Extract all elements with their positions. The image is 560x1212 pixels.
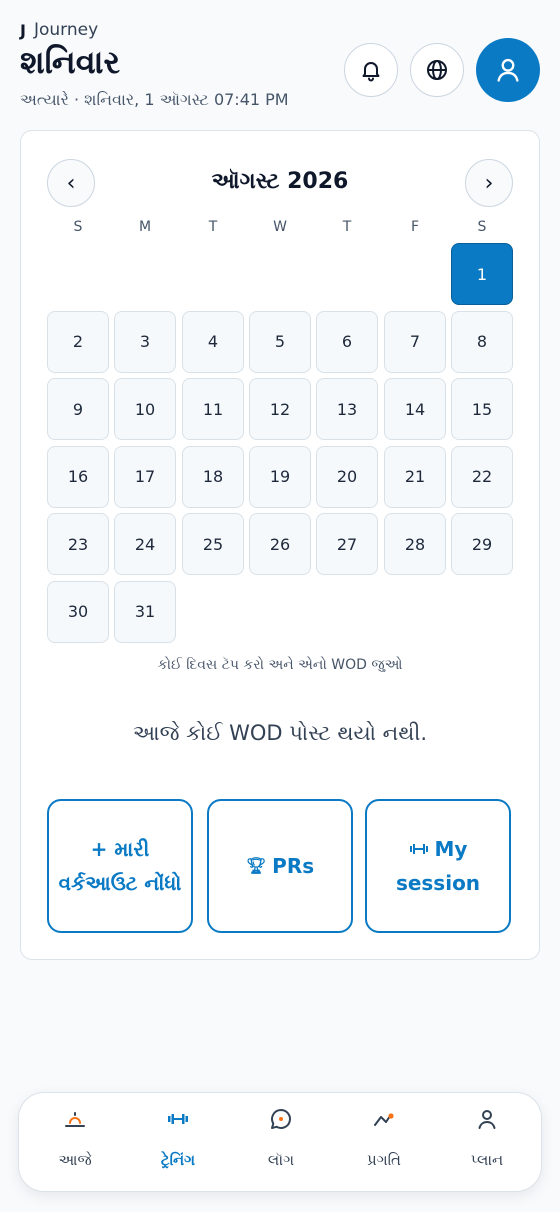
weekday-label: T <box>208 219 218 235</box>
bottom-navigation: આજે ટ્રેનિંગ લૉગ પ્રગતિ પ્લાન <box>18 1092 542 1192</box>
day-grid: 1 2 3 4 5 6 7 8 9 10 11 12 13 14 15 16 17 18 19 20 21 22 23 24 2… <box>47 243 513 643</box>
month-navigation: ‹ ઑગસ્ટ 2026 › <box>47 159 513 207</box>
nav-label-log: લૉગ <box>267 1151 295 1169</box>
calendar-day[interactable]: 5 <box>249 310 311 373</box>
dumbbell-icon <box>168 1114 188 1124</box>
calendar-day[interactable]: 12 <box>249 378 311 440</box>
trophy-icon: 🏆︎ <box>245 856 267 875</box>
calendar-day[interactable]: 31 <box>114 580 176 643</box>
chat-icon <box>271 1109 291 1129</box>
calendar-day[interactable]: 22 <box>451 445 513 508</box>
calendar-day[interactable]: 27 <box>316 513 378 575</box>
calendar-day[interactable]: 24 <box>114 513 176 575</box>
app-header: J Journey શનિવાર અત્યારે · શનિવાર, 1 ઑગસ… <box>20 20 540 120</box>
next-month-button[interactable]: › <box>465 159 513 207</box>
log-workout-button[interactable]: + મારી વર્કઆઉટ નોંધો <box>47 799 193 933</box>
calendar-day[interactable]: 29 <box>451 513 513 575</box>
calendar-day[interactable]: 28 <box>384 513 446 575</box>
calendar-day[interactable]: 21 <box>384 445 446 508</box>
calendar-day[interactable]: 26 <box>249 513 311 575</box>
calendar-day[interactable]: 19 <box>249 445 311 508</box>
calendar-day[interactable]: 3 <box>114 310 176 373</box>
weekday-header: SMTWTFS <box>47 219 513 243</box>
globe-icon <box>427 60 447 80</box>
calendar-day-selected[interactable]: 1 <box>451 243 513 305</box>
nav-item-plan[interactable]: પ્લાન <box>435 1093 539 1193</box>
calendar-day[interactable]: 2 <box>47 310 109 373</box>
action-buttons: + મારી વર્કઆઉટ નોંધો 🏆︎ PRs My session <box>47 799 513 933</box>
calendar-day[interactable]: 11 <box>182 378 244 440</box>
dumbbell-icon <box>409 844 428 854</box>
weekday-label: T <box>342 219 352 235</box>
user-icon <box>497 58 519 82</box>
prev-month-button[interactable]: ‹ <box>47 159 95 207</box>
user-icon <box>478 1110 496 1129</box>
brand: J Journey <box>20 20 540 40</box>
prs-button[interactable]: 🏆︎ PRs <box>207 799 353 933</box>
calendar-day[interactable]: 8 <box>451 310 513 373</box>
calendar-day[interactable]: 10 <box>114 378 176 440</box>
log-workout-label: + મારી વર્કઆઉટ નોંધો <box>58 837 182 895</box>
weekday-label: S <box>73 219 83 235</box>
my-session-button[interactable]: My session <box>365 799 511 933</box>
calendar-day[interactable]: 6 <box>316 310 378 373</box>
nav-item-log[interactable]: લૉગ <box>229 1093 333 1193</box>
calendar-day[interactable]: 25 <box>182 513 244 575</box>
brand-name: Journey <box>33 20 99 40</box>
calendar-day[interactable]: 9 <box>47 378 109 440</box>
calendar-day[interactable]: 23 <box>47 513 109 575</box>
calendar-day[interactable]: 13 <box>316 378 378 440</box>
notifications-button[interactable] <box>344 43 398 97</box>
month-name: ઑગસ્ટ <box>211 169 280 194</box>
weekday-label: W <box>273 219 287 235</box>
brand-logo: J <box>20 20 26 40</box>
calendar-day[interactable]: 7 <box>384 310 446 373</box>
calendar-day[interactable]: 20 <box>316 445 378 508</box>
prs-label: PRs <box>272 854 315 878</box>
sunrise-icon <box>65 1112 85 1127</box>
calendar-hint: કોઈ દિવસ ટૅપ કરો અને એનો WOD જુઓ <box>157 657 403 673</box>
calendar-day[interactable]: 17 <box>114 445 176 508</box>
calendar-day[interactable]: 30 <box>47 580 109 643</box>
language-button[interactable] <box>410 43 464 97</box>
header-actions <box>344 38 540 102</box>
nav-label-progress: પ્રગતિ <box>366 1151 402 1169</box>
calendar-day[interactable]: 18 <box>182 445 244 508</box>
calendar-day[interactable]: 16 <box>47 445 109 508</box>
nav-item-today[interactable]: આજે <box>23 1093 127 1193</box>
nav-label-today: આજે <box>58 1151 92 1169</box>
nav-item-training[interactable]: ટ્રેનિંગ <box>126 1093 230 1193</box>
profile-button[interactable] <box>476 38 540 102</box>
calendar-day[interactable]: 14 <box>384 378 446 440</box>
month-label: ઑગસ્ટ 2026 <box>107 169 453 194</box>
nav-item-progress[interactable]: પ્રગતિ <box>332 1093 436 1193</box>
weekday-label: M <box>138 219 152 235</box>
year: 2026 <box>287 169 349 194</box>
no-wod-message: આજે કોઈ WOD પોસ્ટ થયો નથી. <box>132 721 428 745</box>
calendar-card: ‹ ઑગસ્ટ 2026 › SMTWTFS 1 2 3 4 5 6 7 8 9 10 11 12 13… <box>20 130 540 960</box>
my-session-content: My session <box>375 832 501 900</box>
weekday-label: F <box>410 219 420 235</box>
calendar-day[interactable]: 15 <box>451 378 513 440</box>
bell-icon <box>362 62 380 82</box>
nav-label-plan: પ્લાન <box>470 1151 504 1169</box>
weekday-label: S <box>477 219 487 235</box>
calendar-day[interactable]: 4 <box>182 310 244 373</box>
nav-label-training: ટ્રેનિંગ <box>160 1151 196 1169</box>
trend-icon <box>374 1113 394 1126</box>
